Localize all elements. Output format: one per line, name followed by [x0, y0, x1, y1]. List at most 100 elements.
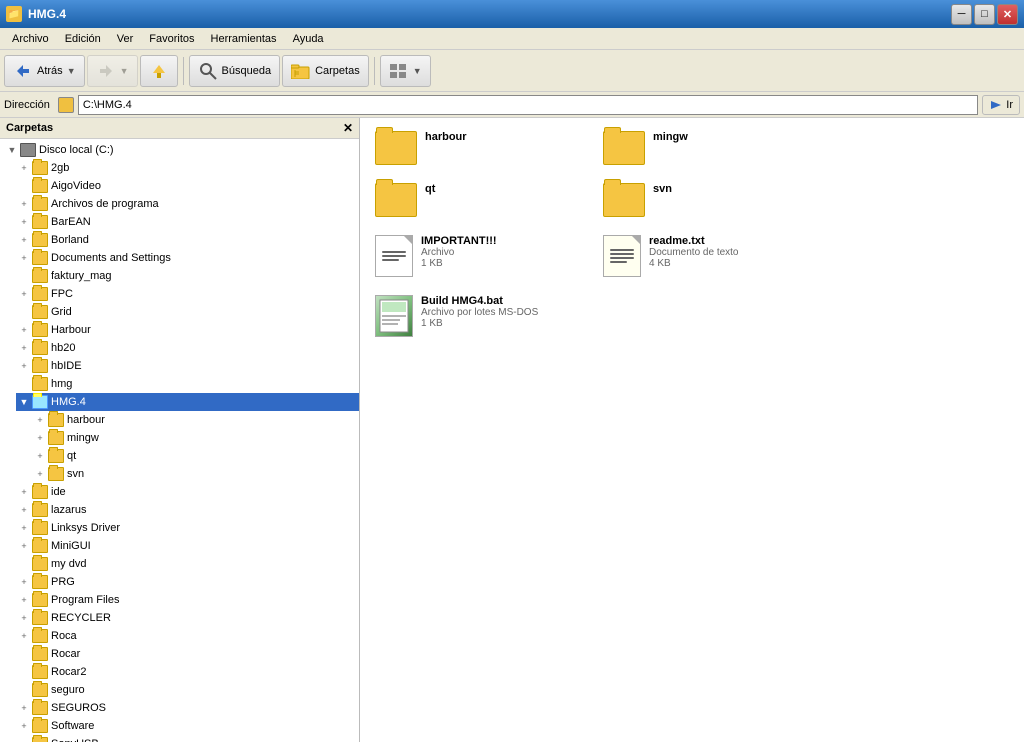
expander-rocar2[interactable]	[16, 664, 32, 680]
expander-disco[interactable]: ▼	[4, 142, 20, 158]
expander-grid[interactable]	[16, 304, 32, 320]
file-item-build[interactable]: Build HMG4.bat Archivo por lotes MS-DOS …	[368, 290, 588, 342]
expander-lazarus[interactable]: +	[16, 502, 32, 518]
expander-prg[interactable]: +	[16, 574, 32, 590]
tree-item-recycler[interactable]: + RECYCLER	[16, 609, 359, 627]
tree-item-seguro[interactable]: seguro	[16, 681, 359, 699]
expander-hb20[interactable]: +	[16, 340, 32, 356]
tree-item-svn[interactable]: + svn	[32, 465, 359, 483]
expander-hmg[interactable]	[16, 376, 32, 392]
file-item-important[interactable]: IMPORTANT!!! Archivo 1 KB	[368, 230, 588, 282]
tree-item-linksys[interactable]: + Linksys Driver	[16, 519, 359, 537]
tree-item-hmg4[interactable]: ▼ HMG.4	[16, 393, 359, 411]
expander-roca[interactable]: +	[16, 628, 32, 644]
tree-item-hmg[interactable]: hmg	[16, 375, 359, 393]
views-dropdown-icon[interactable]: ▼	[413, 66, 422, 76]
expander-archivos[interactable]: +	[16, 196, 32, 212]
search-button[interactable]: Búsqueda	[189, 55, 281, 87]
tree-item-hb20[interactable]: + hb20	[16, 339, 359, 357]
address-input[interactable]	[78, 95, 978, 115]
tree-item-seguros[interactable]: + SEGUROS	[16, 699, 359, 717]
tree-item-barean[interactable]: + BarEAN	[16, 213, 359, 231]
tree-item-borland[interactable]: + Borland	[16, 231, 359, 249]
expander-documents[interactable]: +	[16, 250, 32, 266]
big-folder-icon-harbour	[375, 131, 417, 165]
tree-item-mydvd[interactable]: my dvd	[16, 555, 359, 573]
expander-recycler[interactable]: +	[16, 610, 32, 626]
tree-item-roca[interactable]: + Roca	[16, 627, 359, 645]
expander-mydvd[interactable]	[16, 556, 32, 572]
expander-ide[interactable]: +	[16, 484, 32, 500]
file-item-qt[interactable]: qt	[368, 178, 588, 222]
tree-item-mingw[interactable]: + mingw	[32, 429, 359, 447]
tree-item-minigui[interactable]: + MiniGUI	[16, 537, 359, 555]
expander-barean[interactable]: +	[16, 214, 32, 230]
tree-item-rocar[interactable]: Rocar	[16, 645, 359, 663]
menu-favoritos[interactable]: Favoritos	[141, 31, 202, 47]
tree-item-lazarus[interactable]: + lazarus	[16, 501, 359, 519]
menu-edicion[interactable]: Edición	[57, 31, 109, 47]
tree-item-faktury[interactable]: faktury_mag	[16, 267, 359, 285]
expander-hbide[interactable]: +	[16, 358, 32, 374]
menu-archivo[interactable]: Archivo	[4, 31, 57, 47]
file-item-svn[interactable]: svn	[596, 178, 816, 222]
expander-qt[interactable]: +	[32, 448, 48, 464]
expander-programfiles[interactable]: +	[16, 592, 32, 608]
tree-item-hbide[interactable]: + hbIDE	[16, 357, 359, 375]
expander-seguro[interactable]	[16, 682, 32, 698]
go-button[interactable]: Ir	[982, 95, 1020, 115]
tree-item-harbour[interactable]: + Harbour	[16, 321, 359, 339]
menu-ver[interactable]: Ver	[109, 31, 142, 47]
tree-item-fpc[interactable]: + FPC	[16, 285, 359, 303]
forward-button[interactable]: ▼	[87, 55, 138, 87]
expander-borland[interactable]: +	[16, 232, 32, 248]
tree-item-software[interactable]: + Software	[16, 717, 359, 735]
folders-button[interactable]: Carpetas	[282, 55, 369, 87]
expander-mingw[interactable]: +	[32, 430, 48, 446]
tree-item-disco[interactable]: ▼ Disco local (C:)	[0, 141, 359, 159]
menu-ayuda[interactable]: Ayuda	[285, 31, 332, 47]
expander-harbour[interactable]: +	[16, 322, 32, 338]
tree-item-prg[interactable]: + PRG	[16, 573, 359, 591]
sidebar-close-icon[interactable]: ✕	[343, 121, 353, 135]
tree-item-sonyusb[interactable]: SonyUSB	[16, 735, 359, 742]
forward-dropdown-icon[interactable]: ▼	[120, 66, 129, 76]
tree-item-programfiles[interactable]: + Program Files	[16, 591, 359, 609]
computer-icon	[20, 143, 36, 157]
menu-herramientas[interactable]: Herramientas	[203, 31, 285, 47]
tree-item-qt[interactable]: + qt	[32, 447, 359, 465]
up-button[interactable]	[140, 55, 178, 87]
expander-sonyusb[interactable]	[16, 736, 32, 742]
tree-item-documents[interactable]: + Documents and Settings	[16, 249, 359, 267]
file-item-harbour[interactable]: harbour	[368, 126, 588, 170]
file-area[interactable]: harbour mingw qt svn	[360, 118, 1024, 742]
expander-linksys[interactable]: +	[16, 520, 32, 536]
tree-item-grid[interactable]: Grid	[16, 303, 359, 321]
expander-minigui[interactable]: +	[16, 538, 32, 554]
tree-item-ide[interactable]: + ide	[16, 483, 359, 501]
expander-2gb[interactable]: +	[16, 160, 32, 176]
expander-harbour2[interactable]: +	[32, 412, 48, 428]
maximize-button[interactable]: □	[974, 4, 995, 25]
minimize-button[interactable]: ─	[951, 4, 972, 25]
back-button[interactable]: Atrás ▼	[4, 55, 85, 87]
tree-item-2gb[interactable]: + 2gb	[16, 159, 359, 177]
expander-rocar[interactable]	[16, 646, 32, 662]
file-item-mingw[interactable]: mingw	[596, 126, 816, 170]
tree-item-aigovideo[interactable]: AigoVideo	[16, 177, 359, 195]
file-item-readme[interactable]: readme.txt Documento de texto 4 KB	[596, 230, 816, 282]
expander-hmg4[interactable]: ▼	[16, 394, 32, 410]
tree-item-harbour2[interactable]: + harbour	[32, 411, 359, 429]
expander-software[interactable]: +	[16, 718, 32, 734]
folder-tree[interactable]: ▼ Disco local (C:) + 2gb AigoVideo + Arc…	[0, 139, 359, 742]
expander-faktury[interactable]	[16, 268, 32, 284]
close-button[interactable]: ✕	[997, 4, 1018, 25]
views-button[interactable]: ▼	[380, 55, 431, 87]
expander-fpc[interactable]: +	[16, 286, 32, 302]
expander-seguros[interactable]: +	[16, 700, 32, 716]
expander-svn[interactable]: +	[32, 466, 48, 482]
tree-item-rocar2[interactable]: Rocar2	[16, 663, 359, 681]
back-dropdown-icon[interactable]: ▼	[67, 66, 76, 76]
tree-item-archivos[interactable]: + Archivos de programa	[16, 195, 359, 213]
expander-aigovideo[interactable]	[16, 178, 32, 194]
